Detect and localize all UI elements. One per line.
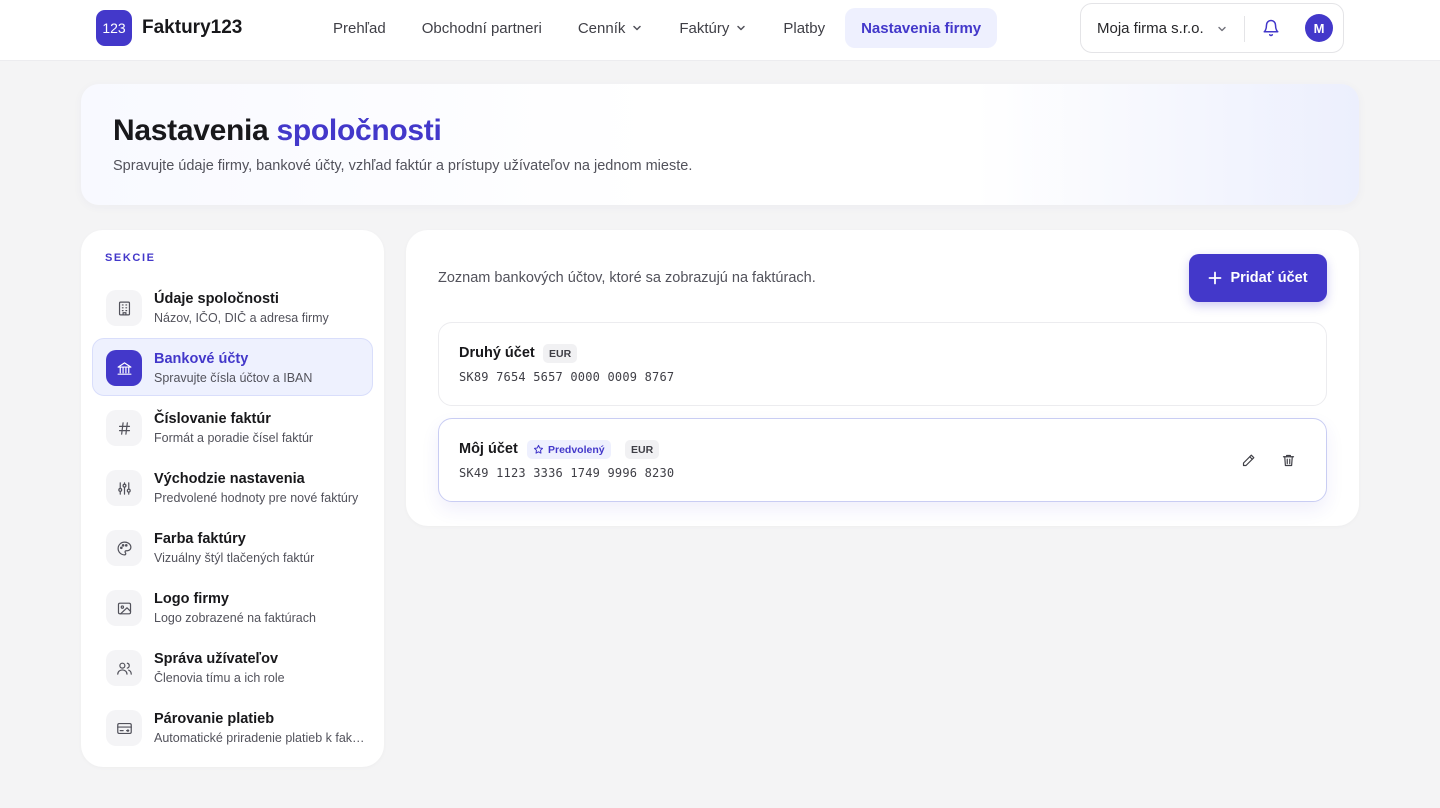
hash-icon [106, 410, 142, 446]
sidebar-item-payment-matching[interactable]: Párovanie platieb Automatické priradenie… [92, 698, 373, 756]
trash-icon [1282, 454, 1294, 466]
page-title-accent: spoločnosti [276, 114, 442, 147]
image-icon [106, 590, 142, 626]
pencil-icon [1242, 454, 1254, 466]
sidebar-item-desc: Formát a poradie čísel faktúr [154, 431, 314, 445]
bank-account-card[interactable]: Druhý účet EUR SK89 7654 5657 0000 0009 … [438, 322, 1327, 406]
sidebar-item-desc: Predvolené hodnoty pre nové faktúry [154, 491, 359, 505]
sidebar-item-default-settings[interactable]: Východzie nastavenia Predvolené hodnoty … [92, 458, 373, 516]
nav-item-label: Obchodní partneri [421, 19, 542, 37]
nav-item-label: Faktúry [679, 19, 730, 37]
nav-item-nastavenia[interactable]: Nastavenia firmy [845, 8, 998, 48]
edit-button[interactable] [1239, 451, 1257, 469]
sidebar-item-desc: Názov, IČO, DIČ a adresa firmy [154, 311, 329, 325]
sidebar-item-company[interactable]: Údaje spoločnosti Názov, IČO, DIČ a adre… [92, 278, 373, 336]
account-name: Môj účet [459, 441, 518, 457]
nav-item-prehlad[interactable]: Prehľad [317, 8, 402, 48]
account-iban: SK89 7654 5657 0000 0009 8767 [459, 370, 675, 384]
sidebar-item-desc: Vizuálny štýl tlačených faktúr [154, 551, 315, 565]
sidebar-item-logo[interactable]: Logo firmy Logo zobrazené na faktúrach [92, 578, 373, 636]
sidebar-heading: SEKCIE [105, 252, 156, 264]
nav-item-label: Platby [783, 19, 826, 37]
avatar[interactable]: M [1305, 14, 1333, 42]
bell-icon[interactable] [1262, 19, 1280, 37]
sidebar-item-bank-accounts[interactable]: Bankové účty Spravujte čísla účtov a IBA… [92, 338, 373, 396]
account-iban: SK49 1123 3336 1749 9996 8230 [459, 466, 675, 480]
sidebar-item-label: Údaje spoločnosti [154, 291, 279, 307]
sidebar-item-users[interactable]: Správa užívateľov Členovia tímu a ich ro… [92, 638, 373, 696]
nav-item-label: Nastavenia firmy [861, 19, 982, 37]
building-icon [106, 290, 142, 326]
currency-badge: EUR [543, 344, 578, 363]
chevron-down-icon[interactable] [1216, 23, 1228, 35]
app-logo-badge[interactable]: 123 [96, 10, 132, 46]
default-badge: Predvolený [527, 440, 611, 459]
account-name: Druhý účet [459, 345, 535, 361]
app-name[interactable]: Faktury123 [142, 17, 242, 39]
divider [1244, 16, 1245, 42]
nav-item-cennik[interactable]: Cenník [562, 8, 660, 48]
plus-icon [1209, 271, 1222, 285]
company-selector[interactable]: Moja firma s.r.o. [1097, 20, 1204, 37]
palette-icon [106, 530, 142, 566]
nav-item-label: Prehľad [333, 19, 386, 37]
main-nav: Prehľad Obchodní partneri Cenník Faktúry… [317, 8, 998, 48]
bank-account-card-default[interactable]: Môj účet Predvolený EUR SK49 1123 3336 1… [438, 418, 1327, 502]
nav-item-platby[interactable]: Platby [767, 8, 841, 48]
sliders-icon [106, 470, 142, 506]
currency-badge: EUR [625, 440, 660, 459]
sidebar-item-desc: Logo zobrazené na faktúrach [154, 611, 316, 625]
nav-item-faktury[interactable]: Faktúry [663, 8, 763, 48]
sidebar-item-label: Farba faktúry [154, 531, 246, 547]
add-account-button[interactable]: Pridať účet [1189, 254, 1327, 302]
settings-sidebar: SEKCIE Údaje spoločnosti Názov, IČO, DIČ… [81, 230, 384, 767]
nav-item-partneri[interactable]: Obchodní partneri [406, 8, 558, 48]
sidebar-item-invoice-color[interactable]: Farba faktúry Vizuálny štýl tlačených fa… [92, 518, 373, 576]
chevron-down-icon [737, 25, 746, 31]
nav-item-label: Cenník [577, 19, 626, 37]
add-account-label: Pridať účet [1230, 270, 1308, 286]
sidebar-item-label: Bankové účty [154, 351, 249, 367]
page-title: Nastavenia spoločnosti [113, 114, 442, 148]
bank-icon [106, 350, 142, 386]
page-header: Nastavenia spoločnosti Spravujte údaje f… [81, 84, 1359, 205]
sidebar-item-desc: Členovia tímu a ich role [154, 671, 285, 685]
chevron-down-icon [633, 25, 642, 31]
sidebar-item-label: Číslovanie faktúr [154, 411, 271, 427]
card-icon [106, 710, 142, 746]
top-bar: 123 Faktury123 Prehľad Obchodní partneri… [0, 0, 1440, 61]
delete-button[interactable] [1279, 451, 1297, 469]
page-title-main: Nastavenia [113, 114, 269, 147]
sidebar-item-desc: Automatické priradenie platieb k faktúra… [154, 731, 366, 745]
page-subtitle: Spravujte údaje firmy, bankové účty, vzh… [113, 158, 693, 174]
sidebar-item-invoice-numbering[interactable]: Číslovanie faktúr Formát a poradie čísel… [92, 398, 373, 456]
default-badge-label: Predvolený [548, 443, 605, 456]
sidebar-item-label: Východzie nastavenia [154, 471, 305, 487]
sidebar-item-desc: Spravujte čísla účtov a IBAN [154, 371, 313, 385]
sidebar-item-label: Párovanie platieb [154, 711, 275, 727]
sidebar-item-label: Logo firmy [154, 591, 229, 607]
panel-description: Zoznam bankových účtov, ktoré sa zobrazu… [438, 270, 816, 286]
account-switcher: Moja firma s.r.o. M [1080, 3, 1344, 53]
star-icon [533, 444, 544, 454]
users-icon [106, 650, 142, 686]
sidebar-item-label: Správa užívateľov [154, 651, 279, 667]
bank-accounts-panel: Zoznam bankových účtov, ktoré sa zobrazu… [406, 230, 1359, 526]
